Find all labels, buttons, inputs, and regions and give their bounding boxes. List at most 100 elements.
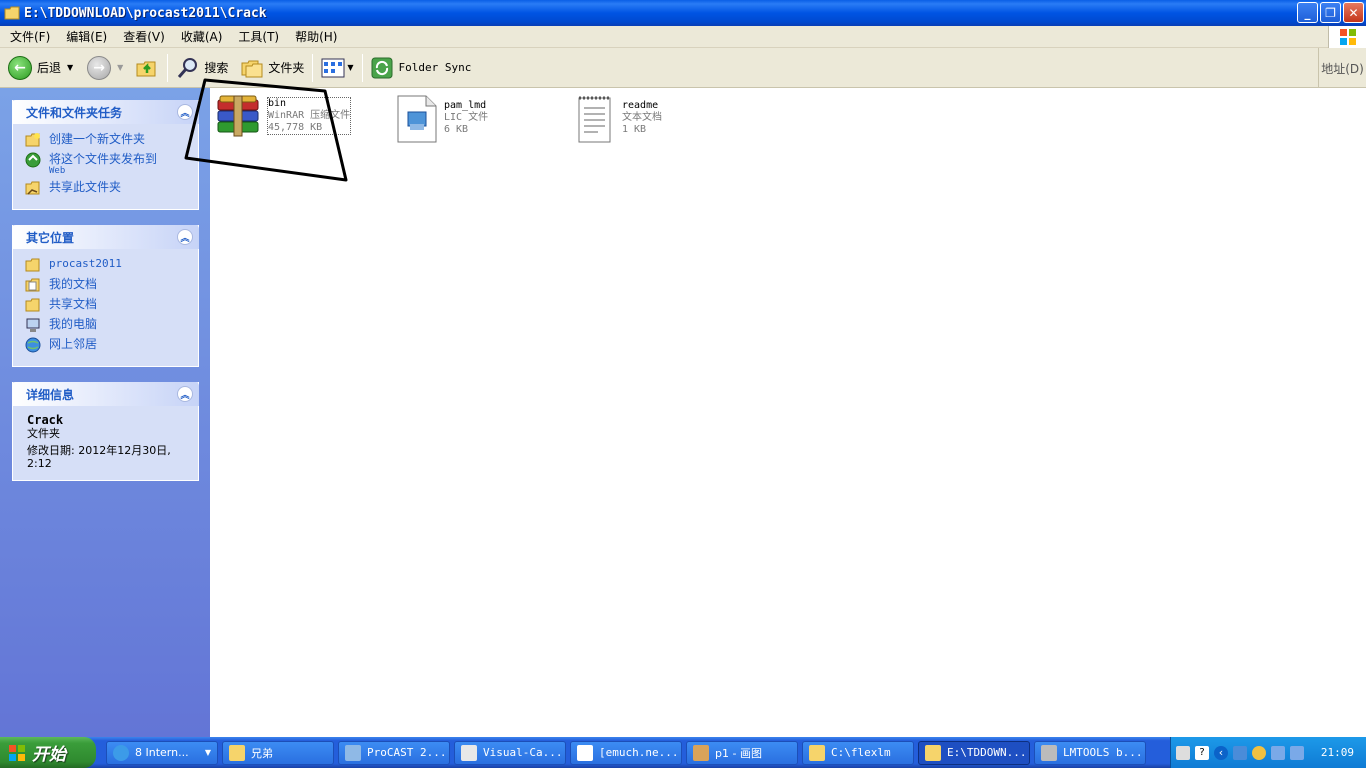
network-icon[interactable] xyxy=(1233,745,1247,760)
task-folder-brother[interactable]: 兄弟 xyxy=(222,740,334,765)
other-places-title: 其它位置 xyxy=(26,230,75,245)
folder-sync-button[interactable]: Folder Sync xyxy=(371,57,471,79)
task-lmtools[interactable]: LMTOOLS b... xyxy=(1034,740,1146,765)
back-button[interactable]: ← 后退 ▼ xyxy=(8,55,73,80)
tray-expand-icon[interactable]: ‹ xyxy=(1214,745,1228,760)
collapse-chevron-icon[interactable]: ︽ xyxy=(177,104,193,120)
menu-edit[interactable]: 编辑(E) xyxy=(60,28,113,45)
task-emuch[interactable]: [emuch.ne... xyxy=(570,740,682,765)
back-arrow-icon: ← xyxy=(8,55,32,80)
place-network[interactable]: 网上邻居 xyxy=(25,337,192,353)
task-procast[interactable]: ProCAST 2... xyxy=(338,740,450,765)
file-tasks-header[interactable]: 文件和文件夹任务 ︽ xyxy=(12,100,199,124)
network-connection-icon[interactable] xyxy=(1271,745,1285,760)
network-places-icon xyxy=(25,337,41,353)
new-folder-icon xyxy=(25,133,40,147)
menu-view[interactable]: 查看(V) xyxy=(117,28,171,45)
keyboard-icon[interactable] xyxy=(1176,745,1190,760)
task-buttons: 8 Intern... ▼ 兄弟 ProCAST 2... Visual-Ca.… xyxy=(106,740,1150,765)
network-connection-icon[interactable] xyxy=(1290,745,1304,760)
forward-button[interactable]: → ▼ xyxy=(87,55,123,80)
place-label: 我的文档 xyxy=(49,277,98,291)
task-flexlm-folder[interactable]: C:\flexlm xyxy=(802,740,914,765)
publish-web-sublabel: Web xyxy=(49,166,66,176)
paint-icon xyxy=(693,744,709,761)
qq-icon[interactable] xyxy=(1252,745,1266,760)
back-dropdown-icon[interactable]: ▼ xyxy=(67,63,73,72)
new-folder-link[interactable]: 创建一个新文件夹 xyxy=(25,132,192,148)
search-label: 搜索 xyxy=(204,61,229,75)
views-button[interactable]: ▼ xyxy=(321,58,354,78)
search-icon xyxy=(178,57,198,78)
menu-tools[interactable]: 工具(T) xyxy=(232,28,285,45)
new-folder-label: 创建一个新文件夹 xyxy=(49,132,146,146)
publish-web-link[interactable]: 将这个文件夹发布到 Web xyxy=(25,152,192,176)
folders-button[interactable]: 文件夹 xyxy=(240,57,304,79)
text-document-icon xyxy=(578,96,611,143)
task-label: E:\TDDOWN... xyxy=(947,746,1027,759)
views-dropdown-icon: ▼ xyxy=(347,63,354,72)
task-label: p1 - 画图 xyxy=(715,746,762,760)
file-tasks-title: 文件和文件夹任务 xyxy=(26,105,123,120)
file-type: 文本文档 xyxy=(622,112,662,123)
task-visual-cast[interactable]: Visual-Ca... xyxy=(454,740,566,765)
start-button[interactable]: 开始 xyxy=(0,737,96,768)
details-folder-type: 文件夹 xyxy=(27,427,60,440)
forward-arrow-icon: → xyxy=(87,55,112,80)
task-label: [emuch.ne... xyxy=(599,746,679,759)
menu-bar: 文件(F) 编辑(E) 查看(V) 收藏(A) 工具(T) 帮助(H) xyxy=(0,26,1366,48)
up-folder-icon xyxy=(136,61,156,76)
file-item-pam-lmd[interactable]: pam_lmd LIC 文件 6 KB xyxy=(396,94,488,144)
place-shared-documents[interactable]: 共享文档 xyxy=(25,297,192,313)
place-label: 共享文档 xyxy=(49,297,98,311)
file-item-readme[interactable]: readme 文本文档 1 KB xyxy=(576,94,662,144)
minimize-button[interactable]: _ xyxy=(1297,2,1318,23)
folders-label: 文件夹 xyxy=(268,61,305,75)
share-folder-link[interactable]: 共享此文件夹 xyxy=(25,180,192,196)
title-bar[interactable]: E:\TDDOWNLOAD\procast2011\Crack _ ❐ ✕ xyxy=(0,0,1366,26)
close-button[interactable]: ✕ xyxy=(1343,2,1364,23)
task-label: 兄弟 xyxy=(251,746,273,760)
place-procast2011[interactable]: procast2011 xyxy=(25,257,192,273)
folders-icon xyxy=(241,60,263,77)
collapse-chevron-icon[interactable]: ︽ xyxy=(177,229,193,245)
taskbar: 开始 8 Intern... ▼ 兄弟 ProCAST 2... Visual-… xyxy=(0,737,1366,768)
place-my-documents[interactable]: 我的文档 xyxy=(25,277,192,293)
restore-button[interactable]: ❐ xyxy=(1320,2,1341,23)
help-icon[interactable]: ? xyxy=(1195,745,1209,760)
search-button[interactable]: 搜索 xyxy=(176,56,228,80)
details-panel: 详细信息 ︽ Crack 文件夹 修改日期: 2012年12月30日, 2:12 xyxy=(12,382,199,481)
file-type: WinRAR 压缩文件 xyxy=(268,110,351,121)
file-size: 45,778 KB xyxy=(268,122,323,133)
details-header[interactable]: 详细信息 ︽ xyxy=(12,382,199,406)
shared-documents-icon xyxy=(25,298,40,312)
file-tasks-panel: 文件和文件夹任务 ︽ 创建一个新文件夹 将这个文件夹发布到 Web 共享此文件夹 xyxy=(12,100,199,210)
place-label: 网上邻居 xyxy=(49,337,98,351)
file-list-area[interactable]: bin WinRAR 压缩文件 45,778 KB pam_lmd LIC 文件… xyxy=(210,88,1366,737)
task-label: C:\flexlm xyxy=(831,746,891,759)
windows-logo-icon xyxy=(9,744,25,761)
menu-file[interactable]: 文件(F) xyxy=(4,28,56,45)
toolbar: ← 后退 ▼ → ▼ 搜索 文件夹 ▼ Folder Sync 地址(D) xyxy=(0,48,1366,88)
task-tddownload-folder[interactable]: E:\TDDOWN... xyxy=(918,740,1030,765)
file-item-bin[interactable]: bin WinRAR 压缩文件 45,778 KB xyxy=(214,92,352,142)
file-name: readme xyxy=(622,100,659,111)
forward-dropdown-icon[interactable]: ▼ xyxy=(117,63,123,72)
share-folder-label: 共享此文件夹 xyxy=(49,180,122,194)
publish-web-icon xyxy=(25,152,41,168)
file-size: 6 KB xyxy=(444,124,469,135)
clock[interactable]: 21:09 xyxy=(1321,746,1354,759)
task-pane: 文件和文件夹任务 ︽ 创建一个新文件夹 将这个文件夹发布到 Web 共享此文件夹… xyxy=(0,88,210,737)
other-places-header[interactable]: 其它位置 ︽ xyxy=(12,225,199,249)
address-label[interactable]: 地址(D) xyxy=(1318,48,1366,88)
menu-favorites[interactable]: 收藏(A) xyxy=(175,28,229,45)
start-label: 开始 xyxy=(32,745,66,765)
windows-logo-icon xyxy=(1328,26,1366,48)
task-paint[interactable]: p1 - 画图 xyxy=(686,740,798,765)
task-internet-explorer[interactable]: 8 Intern... ▼ xyxy=(106,740,218,765)
collapse-chevron-icon[interactable]: ︽ xyxy=(177,386,193,402)
up-folder-button[interactable] xyxy=(135,56,159,80)
group-dropdown-icon: ▼ xyxy=(204,748,211,757)
place-my-computer[interactable]: 我的电脑 xyxy=(25,317,192,333)
menu-help[interactable]: 帮助(H) xyxy=(289,28,343,45)
